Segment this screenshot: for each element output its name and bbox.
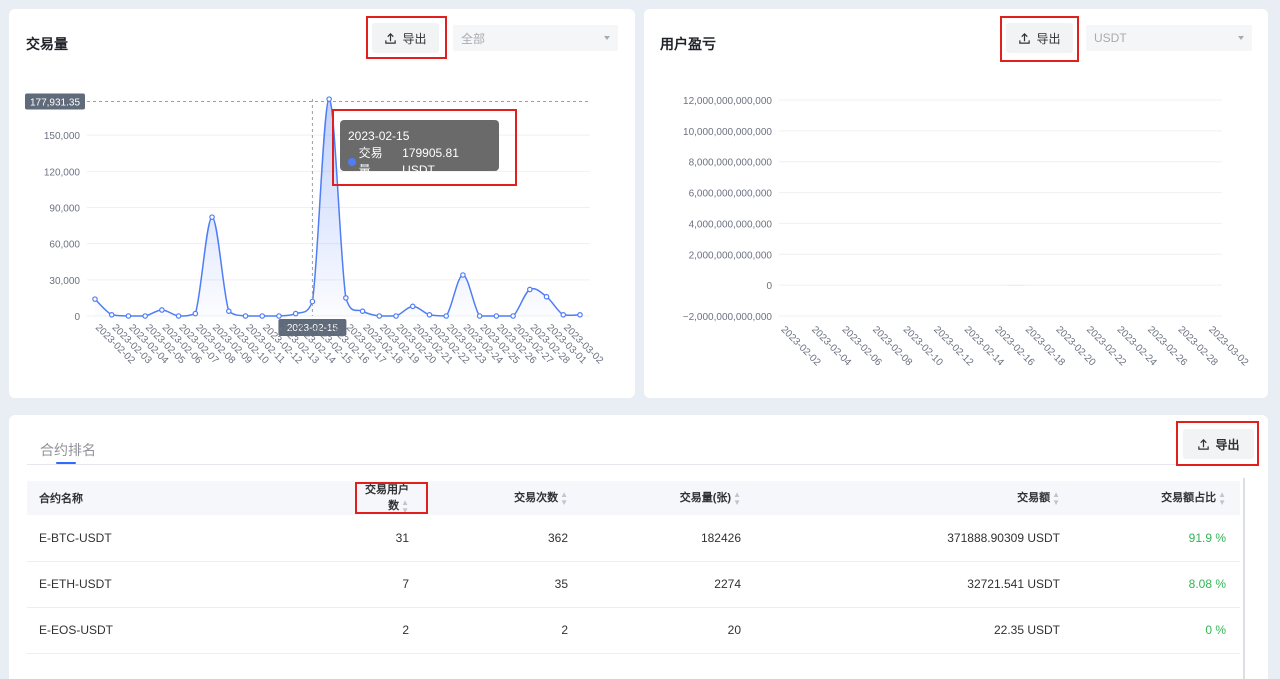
volume-card: 交易量 导出 全部 0 30,000 60,000 90,000 120,000 150,… [9, 9, 635, 398]
table-row: E-EOS-USDT 2 2 20 22.35 USDT 0 % [27, 607, 1240, 653]
col-trade-count[interactable]: 交易次数 ▲ ▼ [409, 481, 568, 515]
cell-trade-users: 7 [402, 577, 409, 591]
sort-icon[interactable]: ▲ ▼ [733, 490, 741, 507]
y-tick-label: −2,000,000,000,000 [683, 312, 773, 323]
data-point [527, 286, 533, 293]
y-tick-label: 0 [74, 312, 80, 323]
data-point [393, 313, 399, 319]
data-point [92, 296, 98, 302]
cell-trade-users: 2 [402, 623, 409, 637]
table-scrollbar[interactable] [1243, 478, 1245, 679]
data-point [359, 308, 366, 314]
tab-contract-ranking[interactable]: 合约排名 [40, 440, 96, 460]
table-row: E-ETH-USDT 7 35 2274 32721.541 USDT 8.08… [27, 561, 1240, 607]
data-point [493, 313, 500, 319]
sort-icon[interactable]: ▲ ▼ [1052, 490, 1060, 507]
y-tick-label: 120,000 [44, 167, 81, 178]
cell-amount-ratio: 0 % [1205, 623, 1226, 637]
pnl-chart: −2,000,000,000,000 0 2,000,000,000,000 4,00… [683, 96, 1251, 369]
y-tick-label: 10,000,000,000,000 [683, 127, 772, 138]
data-point [142, 313, 148, 319]
cell-contract-name: E-ETH-USDT [39, 577, 112, 591]
cell-trade-count: 362 [547, 530, 568, 545]
tooltip-date: 2023-02-15 [348, 129, 410, 143]
y-tick-label: 0 [766, 281, 772, 292]
data-point [209, 214, 215, 220]
ranking-table: 合约名称 交易用户数 ▲ ▼ 交易次数 ▲ ▼ 交易量(张) ▲ ▼ 交易额 ▲ ▼ 交易额占比… [27, 481, 1240, 654]
data-point [159, 307, 165, 313]
data-point [343, 295, 349, 301]
table-row: E-BTC-USDT 31 362 182426 371888.90309 US… [27, 515, 1240, 561]
y-tick-label: 60,000 [49, 240, 80, 251]
cell-trade-users: 31 [395, 530, 409, 545]
cell-amount-ratio: 91.9 % [1188, 530, 1226, 545]
pnl-card: 用户盈亏 导出 USDT −2,000,000,000,000 0 2,000,00… [644, 9, 1268, 398]
y-tick-label: 12,000,000,000,000 [683, 96, 772, 107]
y-tick-label: 6,000,000,000,000 [689, 189, 773, 200]
cell-trade-count: 35 [554, 577, 568, 591]
col-trade-volume[interactable]: 交易量(张) ▲ ▼ [568, 481, 741, 515]
tooltip-series-dot [348, 158, 356, 166]
y-tick-label: 4,000,000,000,000 [689, 219, 773, 230]
data-point [443, 313, 450, 319]
cell-trade-amount: 371888.90309 USDT [947, 530, 1060, 545]
data-point [326, 96, 332, 102]
cell-amount-ratio: 8.08 % [1188, 577, 1226, 591]
col-contract-name: 合约名称 [39, 493, 83, 505]
data-point [125, 313, 132, 319]
sort-icon[interactable]: ▲ ▼ [1218, 490, 1226, 507]
data-point [108, 311, 115, 318]
data-point [409, 303, 416, 310]
y-tick-label: 90,000 [49, 204, 80, 215]
volume-chart: 0 30,000 60,000 90,000 120,000 150,000 177,931… [25, 93, 605, 367]
cell-trade-volume: 182426 [700, 530, 741, 545]
col-amount-ratio[interactable]: 交易额占比 ▲ ▼ [1060, 481, 1240, 515]
tooltip-value: 179905.81 USDT [402, 146, 459, 177]
table-header-row: 合约名称 交易用户数 ▲ ▼ 交易次数 ▲ ▼ 交易量(张) ▲ ▼ 交易额 ▲ ▼ 交易额占比… [27, 481, 1240, 515]
data-point [460, 272, 466, 278]
volume-tooltip: 2023-02-15 交易量 179905.81 USDT [340, 120, 499, 177]
cell-trade-volume: 2274 [714, 577, 741, 591]
data-point [259, 313, 266, 319]
max-label: 177,931.35 [30, 97, 80, 108]
col-trade-users[interactable]: 交易用户数 ▲ ▼ [357, 481, 409, 515]
upload-icon [1198, 438, 1210, 450]
cell-trade-count: 2 [561, 623, 568, 637]
y-tick-label: 8,000,000,000,000 [689, 158, 773, 169]
tab-active-indicator [56, 462, 76, 464]
data-point [577, 311, 583, 318]
data-point [292, 310, 299, 317]
ranking-tabs: 合约排名 [27, 436, 1240, 465]
data-point [192, 310, 199, 317]
sort-icon[interactable]: ▲ ▼ [401, 498, 409, 515]
y-tick-label: 150,000 [44, 131, 81, 142]
data-point [175, 313, 182, 319]
ranking-export-label: 导出 [1215, 437, 1240, 452]
cell-trade-volume: 20 [727, 623, 741, 637]
data-point [426, 311, 433, 318]
data-point [276, 313, 282, 319]
cell-trade-amount: 32721.541 USDT [967, 577, 1060, 591]
data-point [242, 313, 249, 319]
data-point [225, 308, 232, 314]
data-point [510, 313, 516, 319]
y-tick-label: 30,000 [49, 276, 80, 287]
data-point [543, 293, 550, 300]
sort-icon[interactable]: ▲ ▼ [560, 490, 568, 507]
data-point [560, 311, 567, 318]
ranking-export-button[interactable]: 导出 [1183, 429, 1254, 459]
cell-trade-amount: 22.35 USDT [993, 623, 1060, 637]
cell-contract-name: E-BTC-USDT [39, 530, 112, 545]
col-trade-amount[interactable]: 交易额 ▲ ▼ [741, 481, 1060, 515]
data-point [376, 313, 383, 319]
tooltip-series-name: 交易量 [358, 146, 383, 177]
cell-contract-name: E-EOS-USDT [39, 623, 114, 637]
y-tick-label: 2,000,000,000,000 [689, 250, 773, 261]
data-point [476, 313, 483, 319]
